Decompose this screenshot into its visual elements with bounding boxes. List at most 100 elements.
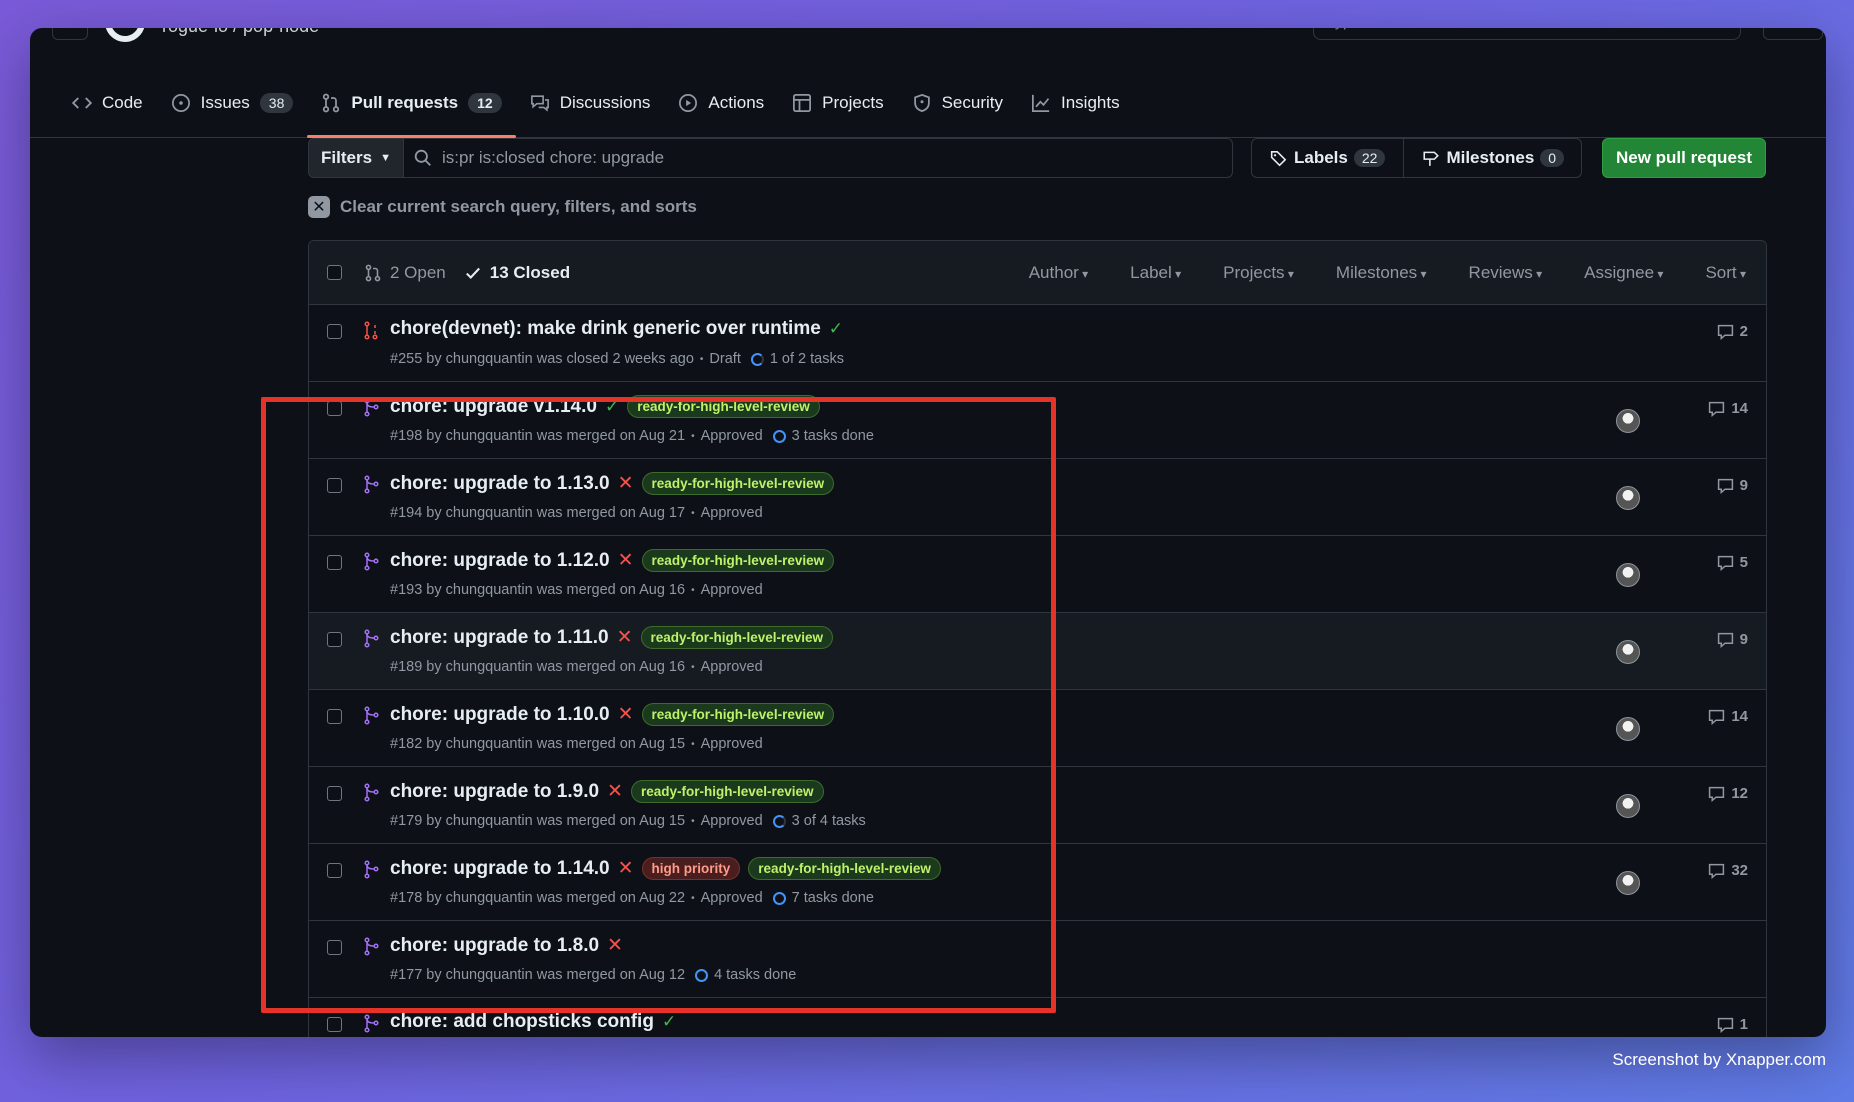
comment-count-link[interactable]: 32 xyxy=(1708,862,1748,879)
row-checkbox[interactable] xyxy=(327,632,342,647)
tab-insights[interactable]: Insights xyxy=(1017,68,1134,138)
select-all-checkbox[interactable] xyxy=(327,265,342,280)
filter-sort-dropdown[interactable]: Sort xyxy=(1705,263,1746,283)
label-badge[interactable]: ready-for-high-level-review xyxy=(640,626,834,649)
avatar[interactable] xyxy=(1616,871,1640,895)
labels-button[interactable]: Labels 22 xyxy=(1252,139,1403,177)
filter-milestones-dropdown[interactable]: Milestones xyxy=(1336,263,1427,283)
avatar[interactable] xyxy=(1616,717,1640,741)
avatar[interactable] xyxy=(1616,486,1640,510)
global-search-input[interactable]: Type / to search xyxy=(1313,28,1741,40)
repo-breadcrumb[interactable]: rogue-io / pop-node xyxy=(162,28,319,37)
review-status[interactable]: Approved xyxy=(701,505,763,521)
comment-count-link[interactable]: 14 xyxy=(1708,400,1748,417)
tab-pull-requests[interactable]: Pull requests 12 xyxy=(307,68,517,138)
review-status[interactable]: Approved xyxy=(701,813,763,829)
pr-title-link[interactable]: chore: upgrade to 1.10.0 xyxy=(390,704,610,726)
comment-count-link[interactable]: 14 xyxy=(1708,708,1748,725)
row-checkbox[interactable] xyxy=(327,863,342,878)
create-new-button[interactable] xyxy=(1763,28,1823,40)
review-status[interactable]: Approved xyxy=(701,428,763,444)
comment-icon xyxy=(1708,400,1725,417)
search-input[interactable]: is:pr is:closed chore: upgrade xyxy=(403,138,1233,178)
comment-count-link[interactable]: 9 xyxy=(1717,631,1748,648)
row-checkbox[interactable] xyxy=(327,324,342,339)
avatar[interactable] xyxy=(1616,563,1640,587)
task-count[interactable]: 7 tasks done xyxy=(792,890,874,906)
x-icon[interactable]: ✕ xyxy=(607,934,623,957)
review-status[interactable]: Approved xyxy=(701,736,763,752)
label-badge[interactable]: ready-for-high-level-review xyxy=(748,857,941,880)
pr-meta: #179 by chungquantin was merged on Aug 1… xyxy=(390,813,866,829)
pr-title-link[interactable]: chore: upgrade to 1.9.0 xyxy=(390,781,599,803)
pr-title-link[interactable]: chore: upgrade to 1.8.0 xyxy=(390,935,599,957)
review-status[interactable]: Approved xyxy=(701,582,763,598)
filter-label-dropdown[interactable]: Label xyxy=(1130,263,1181,283)
pr-title-link[interactable]: chore(devnet): make drink generic over r… xyxy=(390,318,821,340)
task-count[interactable]: 3 of 4 tasks xyxy=(792,813,866,829)
open-toggle[interactable]: 2 Open xyxy=(364,263,446,283)
x-icon[interactable]: ✕ xyxy=(607,780,623,803)
github-logo-icon[interactable] xyxy=(105,28,145,42)
milestones-button[interactable]: Milestones 0 xyxy=(1403,139,1582,177)
comment-count-link[interactable]: 9 xyxy=(1717,477,1748,494)
check-icon[interactable]: ✓ xyxy=(605,397,619,417)
label-badge[interactable]: ready-for-high-level-review xyxy=(630,780,824,803)
filter-author-dropdown[interactable]: Author xyxy=(1029,263,1088,283)
comment-count-link[interactable]: 12 xyxy=(1708,785,1748,802)
label-badge[interactable]: ready-for-high-level-review xyxy=(641,703,835,726)
comment-icon xyxy=(1708,708,1725,725)
pr-title-link[interactable]: chore: upgrade to 1.12.0 xyxy=(390,550,610,572)
row-checkbox[interactable] xyxy=(327,940,342,955)
row-checkbox[interactable] xyxy=(327,786,342,801)
review-status[interactable]: Approved xyxy=(701,890,763,906)
menu-button[interactable] xyxy=(52,28,88,40)
tab-projects[interactable]: Projects xyxy=(778,68,897,138)
filter-assignee-dropdown[interactable]: Assignee xyxy=(1584,263,1663,283)
pr-title-link[interactable]: chore: upgrade to 1.14.0 xyxy=(390,858,610,880)
review-status[interactable]: Draft xyxy=(709,351,740,367)
pr-title-link[interactable]: chore: upgrade to 1.11.0 xyxy=(390,627,609,649)
label-badge[interactable]: ready-for-high-level-review xyxy=(627,395,820,418)
check-icon[interactable]: ✓ xyxy=(829,319,843,339)
filter-reviews-dropdown[interactable]: Reviews xyxy=(1469,263,1543,283)
filter-bar: Filters ▼ is:pr is:closed chore: upgrade… xyxy=(308,138,1798,178)
x-icon[interactable]: ✕ xyxy=(618,857,634,880)
pr-title-link[interactable]: chore: upgrade to 1.13.0 xyxy=(390,473,610,495)
filter-projects-dropdown[interactable]: Projects xyxy=(1223,263,1294,283)
x-icon[interactable]: ✕ xyxy=(618,549,634,572)
task-count[interactable]: 1 of 2 tasks xyxy=(770,351,844,367)
comment-count-link[interactable]: 5 xyxy=(1717,554,1748,571)
x-icon[interactable]: ✕ xyxy=(618,703,634,726)
pr-title-link[interactable]: chore: add chopsticks config xyxy=(390,1011,654,1033)
avatar[interactable] xyxy=(1616,640,1640,664)
comment-count-link[interactable]: 1 xyxy=(1717,1016,1748,1033)
tab-issues[interactable]: Issues 38 xyxy=(157,68,308,138)
x-icon[interactable]: ✕ xyxy=(618,472,634,495)
tab-discussions[interactable]: Discussions xyxy=(516,68,665,138)
closed-toggle[interactable]: 13 Closed xyxy=(464,263,570,283)
label-badge[interactable]: ready-for-high-level-review xyxy=(641,549,835,572)
check-icon[interactable]: ✓ xyxy=(662,1012,676,1032)
tab-security[interactable]: Security xyxy=(898,68,1017,138)
task-count[interactable]: 3 tasks done xyxy=(792,428,874,444)
tab-actions[interactable]: Actions xyxy=(664,68,778,138)
row-checkbox[interactable] xyxy=(327,401,342,416)
tab-code[interactable]: Code xyxy=(58,68,157,138)
row-checkbox[interactable] xyxy=(327,709,342,724)
new-pull-request-button[interactable]: New pull request xyxy=(1602,138,1766,178)
task-count[interactable]: 4 tasks done xyxy=(714,967,796,983)
filters-button[interactable]: Filters ▼ xyxy=(308,138,404,178)
comment-count-link[interactable]: 2 xyxy=(1717,323,1748,340)
pr-title-link[interactable]: chore: upgrade v1.14.0 xyxy=(390,396,597,418)
clear-filters-link[interactable]: ✕ Clear current search query, filters, a… xyxy=(308,196,697,218)
review-status[interactable]: Approved xyxy=(701,659,763,675)
row-checkbox[interactable] xyxy=(327,1017,342,1032)
label-badge[interactable]: high priority xyxy=(641,857,741,880)
row-checkbox[interactable] xyxy=(327,555,342,570)
avatar[interactable] xyxy=(1616,409,1640,433)
avatar[interactable] xyxy=(1616,794,1640,818)
row-checkbox[interactable] xyxy=(327,478,342,493)
x-icon[interactable]: ✕ xyxy=(617,626,633,649)
label-badge[interactable]: ready-for-high-level-review xyxy=(641,472,835,495)
